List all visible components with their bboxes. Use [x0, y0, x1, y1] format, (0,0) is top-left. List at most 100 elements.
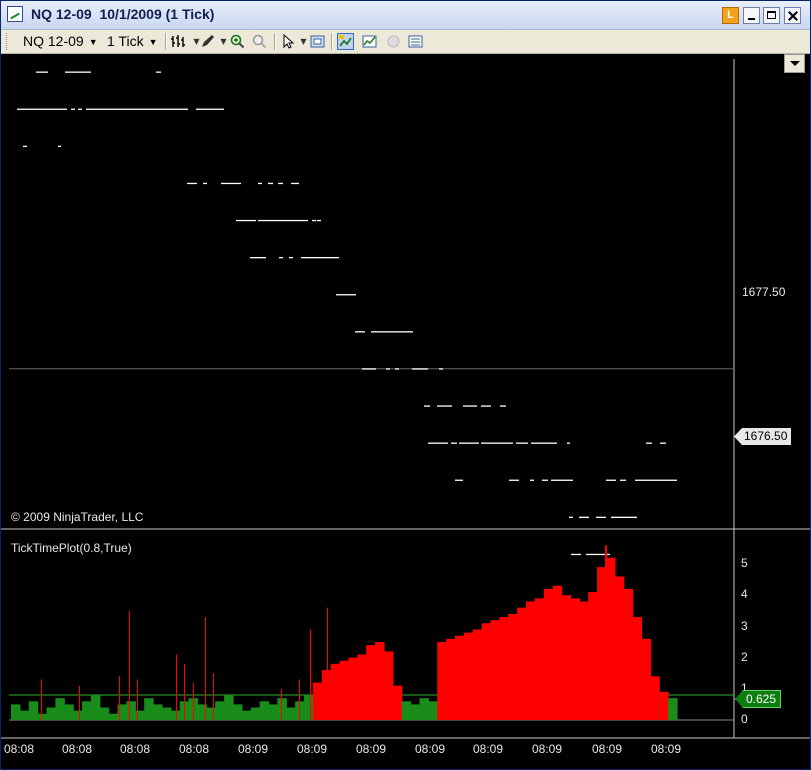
x-axis-label: 08:08 [119, 742, 151, 756]
price-tick [571, 553, 581, 556]
indicator-bar [224, 695, 234, 720]
indicator-spike [129, 610, 130, 720]
indicator-bar [659, 691, 669, 720]
indicator-bar [614, 576, 625, 720]
price-tick [455, 479, 463, 481]
indicator-bar [206, 707, 216, 720]
indicator-bar [330, 663, 341, 720]
indicator-y-tick: 0 [741, 712, 748, 726]
price-tick [606, 479, 616, 481]
maximize-button[interactable] [763, 7, 780, 24]
price-tick [78, 108, 82, 110]
zoom-out-icon[interactable] [251, 33, 268, 50]
pencil-draw-icon[interactable] [199, 33, 216, 50]
indicator-bar [623, 588, 634, 720]
price-tick [451, 442, 457, 444]
x-axis-label: 08:09 [650, 742, 682, 756]
indicator-bar [570, 598, 580, 720]
price-tick [312, 219, 316, 222]
instrument-dropdown[interactable]: NQ 12-09 ▼ [23, 32, 98, 51]
indicator-bar [357, 654, 367, 720]
price-tick [542, 479, 548, 481]
price-tick [386, 368, 390, 370]
indicator-y-tick: 4 [741, 587, 748, 601]
indicator-bar [579, 601, 589, 720]
indicator-y-tick: 3 [741, 619, 748, 633]
chart-app-icon [7, 6, 23, 22]
indicator-bar [534, 598, 545, 720]
data-box-icon[interactable] [407, 33, 424, 50]
indicator-bar [526, 601, 536, 720]
price-tick [336, 294, 356, 296]
price-tick [481, 442, 513, 444]
indicator-bar [170, 710, 181, 720]
price-tick [596, 516, 606, 518]
properties-icon[interactable] [337, 33, 354, 50]
price-tick [516, 442, 528, 444]
indicator-bar [161, 707, 172, 720]
toolbar-separator [165, 33, 167, 50]
x-axis-label: 08:08 [178, 742, 210, 756]
price-tick [530, 479, 534, 481]
price-tick [221, 182, 241, 185]
indicator-bar [392, 685, 403, 720]
price-tick-bars [17, 71, 677, 556]
indicator-bar [499, 617, 509, 720]
x-axis-label: 08:09 [296, 742, 328, 756]
indicator-spike [281, 688, 282, 720]
indicator-spike [205, 617, 206, 720]
close-button[interactable] [784, 7, 801, 24]
lock-button[interactable]: L [722, 7, 739, 24]
indicator-spike [79, 685, 80, 720]
indicator-bar [11, 704, 21, 720]
chart-scroll-down-button[interactable] [784, 54, 805, 73]
title-bar[interactable]: NQ 12-09 10/1/2009 (1 Tick) L [1, 1, 810, 30]
zoom-in-icon[interactable] [229, 33, 246, 50]
price-tick [289, 257, 293, 259]
indicator-bar [268, 704, 278, 720]
indicator-bar [588, 592, 598, 720]
x-axis-label: 08:09 [355, 742, 387, 756]
price-tick [567, 442, 570, 444]
chart-window: NQ 12-09 10/1/2009 (1 Tick) L NQ 12-09 ▼ … [0, 0, 811, 770]
price-tick [258, 219, 308, 222]
snapshot-icon[interactable] [309, 33, 326, 50]
indicator-bar [481, 623, 492, 720]
price-tick [569, 516, 573, 518]
indicator-bar [28, 701, 39, 720]
price-tick [301, 257, 339, 259]
price-tick [660, 442, 666, 444]
price-tick [500, 405, 506, 407]
x-axis-label: 08:09 [472, 742, 504, 756]
price-tick [395, 368, 399, 370]
indicator-bar [286, 707, 296, 720]
indicator-icon[interactable] [361, 33, 378, 50]
toolbar-separator [274, 33, 276, 50]
indicator-bar [55, 698, 65, 720]
indicator-bar [632, 617, 643, 720]
x-axis-label: 08:08 [3, 742, 35, 756]
indicator-y-tick: 5 [741, 556, 748, 570]
price-tick [317, 219, 321, 222]
price-tick [187, 182, 197, 185]
toolbar-grip[interactable] [6, 33, 10, 50]
indicator-label: TickTimePlot(0.8,True) [11, 541, 132, 555]
bar-type-icon[interactable] [170, 33, 187, 50]
indicator-bar [82, 701, 92, 720]
chart-canvas[interactable]: © 2009 NinjaTrader, LLC TickTimePlot(0.8… [1, 54, 810, 769]
indicator-spike [193, 682, 194, 720]
indicator-bar [641, 638, 651, 720]
indicator-spike [41, 679, 42, 720]
chart-toolbar: NQ 12-09 ▼ 1 Tick ▼ ▼ ▼ ▼ [1, 30, 810, 54]
interval-dropdown[interactable]: 1 Tick ▼ [107, 32, 158, 51]
price-tick [65, 71, 91, 73]
minimize-button[interactable] [743, 7, 760, 24]
indicator-bar [135, 710, 145, 720]
indicator-bar [64, 704, 74, 720]
indicator-bar [348, 657, 358, 720]
circle-disabled-icon[interactable] [385, 33, 402, 50]
indicator-bar [250, 707, 261, 720]
indicator-bar [126, 701, 136, 720]
indicator-bar [383, 651, 394, 720]
price-tick [428, 442, 448, 444]
